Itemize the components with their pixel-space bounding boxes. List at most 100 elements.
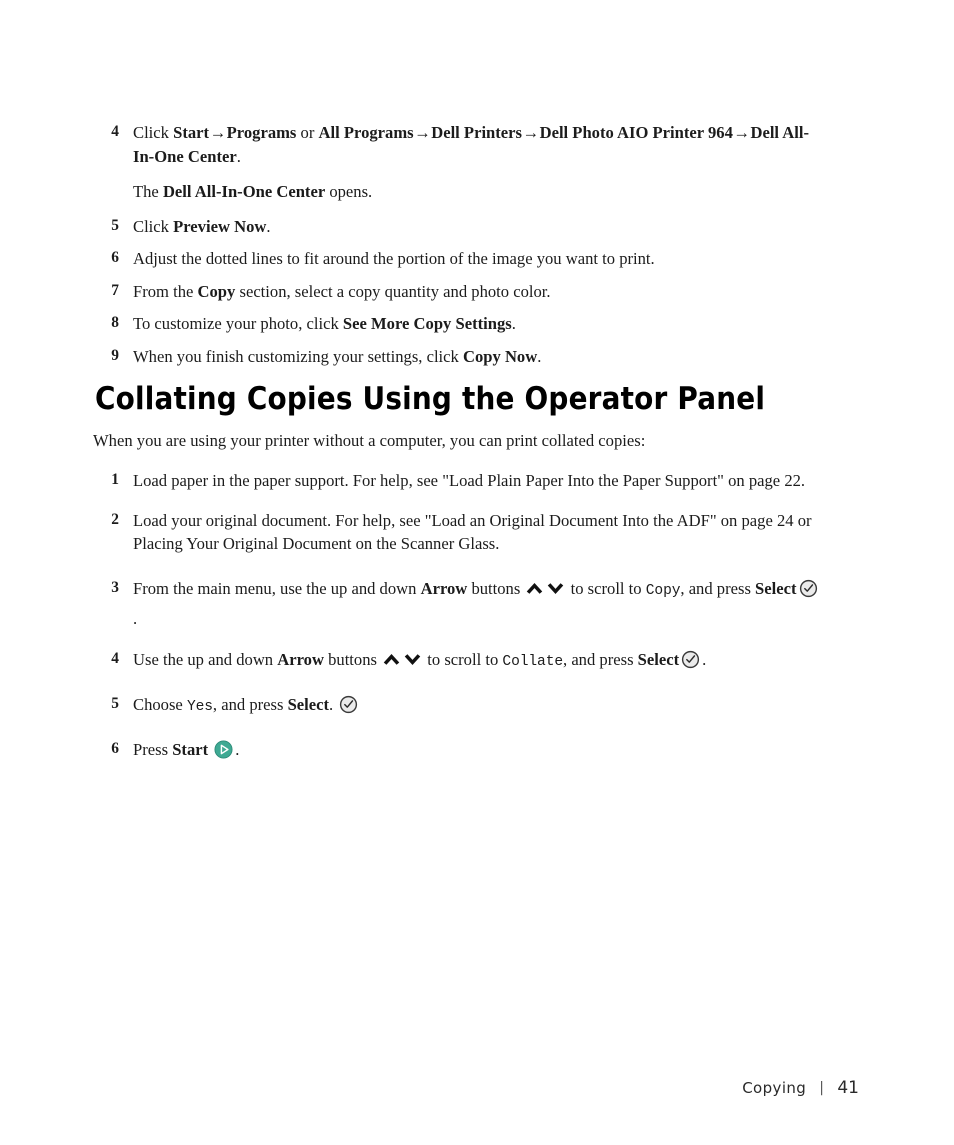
step-number: 4 (111, 123, 119, 140)
step-number: 9 (111, 346, 119, 364)
ui-label-arrow: Arrow (277, 650, 324, 670)
start-play-circle-icon (214, 740, 233, 759)
step-text-part: , and press (680, 578, 756, 598)
chevron-down-icon (403, 651, 422, 668)
select-check-circle-icon (339, 695, 358, 714)
menu-value-copy: Copy (645, 582, 681, 599)
step-text-prefix: When you finish customizing your setting… (133, 346, 463, 366)
step-text-conjunction: or (296, 123, 319, 142)
intro-paragraph: When you are using your printer without … (93, 431, 646, 450)
list-item: 4 Click Start→Programs or All Programs→D… (95, 121, 820, 168)
step-text: From the Copy section, select a copy qua… (133, 280, 820, 304)
note-suffix: opens. (325, 182, 373, 202)
top-steps-list: 4 Click Start→Programs or All Programs→D… (95, 121, 820, 378)
step-number: 5 (111, 216, 119, 234)
list-item: 9 When you finish customizing your setti… (95, 345, 820, 369)
step-number: 6 (111, 249, 119, 267)
step-text-suffix: . (537, 346, 542, 366)
ui-label-copy-now: Copy Now (462, 346, 538, 366)
step-text-part: to scroll to (566, 578, 646, 598)
step-text-part: , and press (563, 650, 638, 670)
list-item: 5 Click Preview Now. (95, 215, 820, 239)
arrow-separator-icon: → (209, 123, 227, 142)
step-text-prefix: To customize your photo, click (133, 314, 343, 334)
note-bold-term: Dell All-In-One Center (162, 182, 326, 202)
step-text-suffix: . (511, 314, 516, 334)
step-text: Choose Yes, and press Select. (133, 693, 820, 718)
list-item: 1 Load paper in the paper support. For h… (95, 469, 820, 493)
step-number: 4 (111, 650, 119, 668)
ui-label-select: Select (637, 650, 680, 670)
ui-label-preview-now: Preview Now (173, 216, 267, 236)
step-number: 2 (111, 510, 119, 528)
list-item: 2 Load your original document. For help,… (95, 509, 820, 556)
footer-chapter-label: Copying (742, 1079, 807, 1097)
list-item: 7 From the Copy section, select a copy q… (95, 280, 820, 304)
ui-label-see-more-copy-settings: See More Copy Settings (342, 314, 512, 334)
step-text-part: . (702, 650, 707, 670)
ui-label-start: Start (173, 123, 210, 142)
step-text-part: Use the up and down (133, 650, 278, 670)
step-text: Load your original document. For help, s… (133, 510, 812, 554)
step-text: Use the up and down Arrow buttons to scr… (133, 648, 820, 673)
list-item: 3 From the main menu, use the up and dow… (95, 574, 820, 635)
step-number: 5 (111, 695, 119, 713)
step-text: Adjust the dotted lines to fit around th… (133, 249, 655, 269)
step-text: From the main menu, use the up and down … (133, 574, 820, 635)
step-text: Click Preview Now. (133, 215, 820, 239)
chevron-up-icon (382, 651, 401, 668)
chevron-down-icon (546, 580, 565, 597)
step-number: 1 (111, 471, 119, 488)
select-check-circle-icon (799, 579, 818, 598)
ui-label-dell-printers: Dell Printers (431, 123, 522, 142)
list-item: 4 Use the up and down Arrow buttons to s… (95, 648, 820, 673)
step-text: Press Start . (133, 738, 820, 762)
arrow-separator-icon: → (733, 123, 750, 142)
ui-label-select: Select (287, 695, 330, 715)
step-text-part (208, 740, 212, 759)
step-number: 7 (111, 281, 119, 299)
step-text-prefix: Click (133, 123, 174, 142)
arrow-separator-icon: → (522, 123, 540, 142)
step-text-part: From the main menu, use the up and down (133, 578, 421, 598)
footer-separator: | (819, 1080, 825, 1096)
page-footer: Copying | 41 (742, 1078, 859, 1098)
ui-label-arrow: Arrow (420, 578, 468, 598)
ui-label-all-programs: All Programs (318, 123, 414, 142)
list-item: 6 Adjust the dotted lines to fit around … (95, 247, 820, 271)
list-item: 8 To customize your photo, click See Mor… (95, 312, 820, 336)
step-text-part: . (133, 609, 138, 629)
menu-value-collate: Collate (502, 654, 564, 671)
step-text-suffix: section, select a copy quantity and phot… (235, 281, 551, 301)
step-text-prefix: Click (133, 216, 174, 236)
step-text-part: , and press (212, 695, 288, 715)
select-check-circle-icon (681, 650, 700, 669)
step-text-part: . (329, 695, 338, 715)
step-number: 6 (111, 739, 119, 757)
footer-page-number: 41 (837, 1078, 859, 1098)
ui-label-copy-section: Copy (197, 281, 236, 301)
step-text-part: buttons (323, 650, 382, 670)
ui-label-select: Select (755, 578, 797, 598)
menu-value-yes: Yes (186, 699, 213, 716)
step-text-prefix: From the (133, 281, 198, 301)
manual-page: 4 Click Start→Programs or All Programs→D… (0, 0, 954, 1145)
step-text-part: Choose (133, 695, 187, 715)
step-text-part: Press (133, 739, 173, 759)
ui-label-start-button: Start (172, 739, 209, 759)
step-text: When you finish customizing your setting… (133, 345, 820, 369)
step-number: 8 (111, 314, 119, 332)
step-text: To customize your photo, click See More … (133, 312, 820, 336)
step-text-part: . (235, 739, 240, 759)
list-item: 5 Choose Yes, and press Select. (95, 693, 820, 718)
step-text: Load paper in the paper support. For hel… (133, 471, 806, 490)
chevron-up-icon (525, 580, 544, 597)
step-text-part: buttons (467, 578, 525, 598)
step-number: 3 (111, 578, 119, 596)
collate-steps-list: 1 Load paper in the paper support. For h… (95, 469, 820, 770)
step-text-suffix: . (266, 216, 271, 236)
arrow-separator-icon: → (414, 123, 431, 142)
page-title: Collating Copies Using the Operator Pane… (95, 381, 766, 417)
ui-label-programs: Programs (226, 123, 297, 142)
step-text-suffix: . (236, 146, 241, 166)
